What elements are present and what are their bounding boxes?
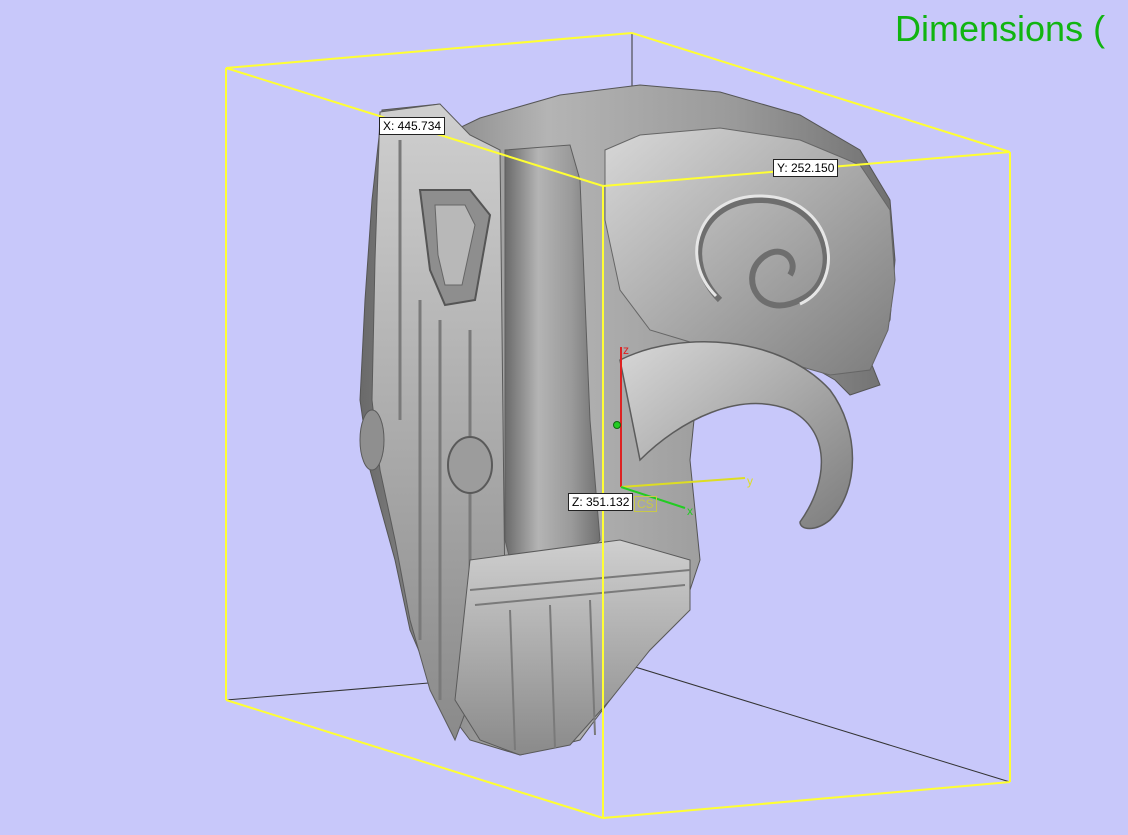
3d-viewport[interactable]: Dimensions ( X: 445.734 Y: 252.150 Z: 35…: [0, 0, 1128, 835]
dimension-z-label: Z: 351.132: [568, 493, 634, 511]
y-axis-label: y: [747, 474, 753, 488]
dimension-x-label: X: 445.734: [379, 117, 446, 135]
x-axis-label: x: [687, 504, 693, 518]
dimension-y-label: Y: 252.150: [773, 159, 839, 177]
mesh-model: [359, 84, 896, 756]
coordinate-system-label: CS: [634, 496, 657, 512]
scene-canvas: [225, 32, 1011, 819]
dimensions-title: Dimensions (: [895, 8, 1106, 49]
z-axis-label: z: [623, 343, 629, 357]
pivot-point: [613, 421, 621, 429]
